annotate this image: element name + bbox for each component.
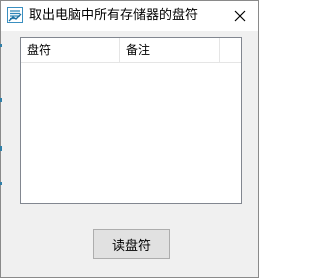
window-title: 取出电脑中所有存储器的盘符	[29, 8, 199, 23]
title-bar[interactable]: 取出电脑中所有存储器的盘符	[1, 1, 258, 31]
dialog-window: 取出电脑中所有存储器的盘符 盘符 备注 读盘符	[0, 0, 259, 278]
background-edge-mark	[0, 44, 2, 47]
column-header-drive-letter[interactable]: 盘符	[21, 38, 120, 62]
read-drive-letters-button[interactable]: 读盘符	[93, 229, 170, 259]
close-button[interactable]	[226, 3, 254, 29]
app-logo-icon	[7, 7, 23, 23]
background-edge-mark	[0, 146, 2, 151]
background-edge-mark	[0, 182, 2, 185]
close-icon	[234, 7, 246, 26]
column-header-filler	[220, 38, 241, 62]
list-header: 盘符 备注	[21, 38, 241, 63]
column-header-note[interactable]: 备注	[120, 38, 220, 62]
background-edge-mark	[0, 98, 2, 102]
drive-list-view[interactable]: 盘符 备注	[20, 37, 242, 204]
